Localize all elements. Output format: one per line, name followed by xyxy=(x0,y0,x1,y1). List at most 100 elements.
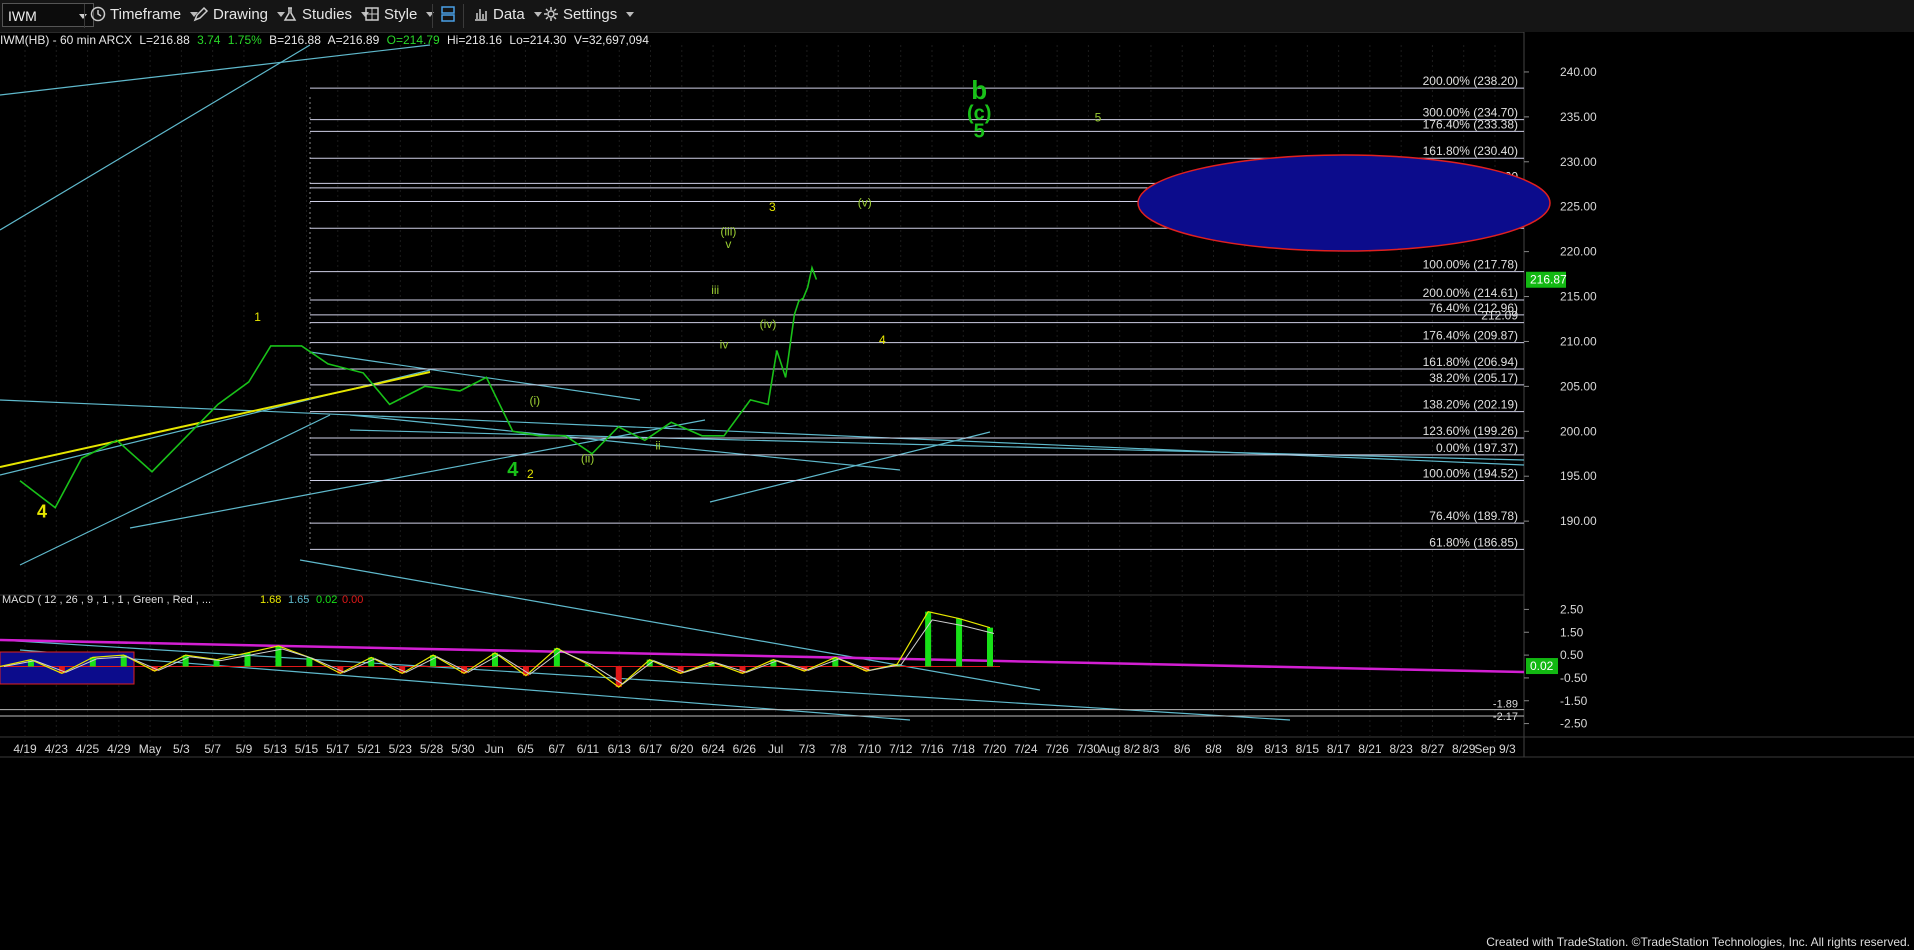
date-tick-label: 8/15 xyxy=(1296,742,1320,756)
date-tick-label: 8/29 xyxy=(1452,742,1476,756)
target-zone-ellipse xyxy=(1137,154,1551,252)
price-chart[interactable]: 4/19 4/23 4/25 4/29 May 5/3 5/7 5/9 5/13 5/15 5/17… xyxy=(0,0,1914,950)
fib-level-label: 200.00% (214.61) xyxy=(1423,286,1518,300)
fib-level-label: 176.40% (209.87) xyxy=(1423,329,1518,343)
date-tick-label: 5/23 xyxy=(389,742,413,756)
wave-label: 5 xyxy=(1095,110,1102,124)
percent-change: 1.75% xyxy=(227,33,262,47)
date-tick-label: May xyxy=(139,742,162,756)
fib-level-label: 138.20% (202.19) xyxy=(1423,398,1518,412)
date-tick-label: 6/11 xyxy=(577,742,600,756)
symbol-description: IWM(HB) - 60 min ARCX xyxy=(0,33,133,47)
wave-label: 2 xyxy=(527,467,534,481)
price-axis-background xyxy=(1524,32,1914,950)
date-tick-label: 8/9 xyxy=(1236,742,1253,756)
trend-channel-line xyxy=(19,414,331,566)
date-tick-label: 6/20 xyxy=(670,742,694,756)
wave-label: b xyxy=(971,75,987,105)
price-tick-label: 200.00 xyxy=(1560,424,1597,438)
trend-channel-line xyxy=(0,44,311,231)
bid-price: B=216.88 xyxy=(269,33,321,47)
date-tick-label: 5/28 xyxy=(420,742,444,756)
date-tick-label: Jun xyxy=(484,742,503,756)
date-tick-label: 7/10 xyxy=(858,742,882,756)
macd-tick-label: -0.50 xyxy=(1560,671,1588,685)
date-tick-label: 7/12 xyxy=(889,742,913,756)
date-tick-label: 5/13 xyxy=(264,742,288,756)
trend-line-magenta xyxy=(0,638,1525,674)
wave-label: (i) xyxy=(529,393,540,407)
wave-label: (iv) xyxy=(760,317,777,331)
fib-level-label: 100.00% (217.78) xyxy=(1423,258,1518,272)
macd-legend-value: 0.02 xyxy=(316,594,337,606)
price-tick-label: 190.00 xyxy=(1560,514,1597,528)
trend-channel-line xyxy=(309,351,641,401)
macd-tick-label: -1.50 xyxy=(1560,694,1588,708)
price-tick-label: 235.00 xyxy=(1560,110,1597,124)
price-series-line xyxy=(19,264,818,509)
date-tick-label: 8/23 xyxy=(1389,742,1413,756)
date-tick-label: 8/27 xyxy=(1421,742,1445,756)
date-tick-label: 8/8 xyxy=(1205,742,1222,756)
macd-tick-label: 0.50 xyxy=(1560,648,1584,662)
open-price: O=214.79 xyxy=(386,33,440,47)
wave-label: 5 xyxy=(974,121,985,143)
price-tick-label: 210.00 xyxy=(1560,334,1597,348)
price-tick-label: 215.00 xyxy=(1560,290,1597,304)
date-tick-label: 7/8 xyxy=(830,742,847,756)
price-tick-label: 225.00 xyxy=(1560,200,1597,214)
wave-label: v xyxy=(725,237,731,251)
fib-level-label: 161.80% (206.94) xyxy=(1423,355,1518,369)
macd-legend-value: 1.68 xyxy=(260,594,281,606)
date-tick-label: 6/17 xyxy=(639,742,663,756)
date-tick-label: 7/16 xyxy=(920,742,944,756)
fib-level-label: 123.60% (199.26) xyxy=(1423,424,1518,438)
date-tick-label: 5/7 xyxy=(204,742,221,756)
date-tick-label: 6/24 xyxy=(701,742,725,756)
price-tick-label: 230.00 xyxy=(1560,155,1597,169)
wave-label: (ii) xyxy=(581,452,594,466)
wave-label: iii xyxy=(711,283,719,297)
date-tick-label: 7/24 xyxy=(1014,742,1038,756)
macd-legend-value: 0.00 xyxy=(342,594,363,606)
fib-level-label: 200.00% (238.20) xyxy=(1423,74,1518,88)
trend-line-yellow xyxy=(0,371,431,468)
wave-label: iv xyxy=(720,338,729,352)
price-tick-label: 205.00 xyxy=(1560,379,1597,393)
date-tick-label: 7/18 xyxy=(952,742,976,756)
fib-level-label: 76.40% (189.78) xyxy=(1429,509,1518,523)
price-tick-label: 220.00 xyxy=(1560,245,1597,259)
macd-signal-line xyxy=(3,619,995,685)
date-tick-label: 5/21 xyxy=(357,742,381,756)
fib-level-label: 212.09 xyxy=(1481,309,1518,323)
macd-legend-value: 1.65 xyxy=(288,594,309,606)
price-tick-label: 240.00 xyxy=(1560,65,1597,79)
last-price-label: 216.87 xyxy=(1530,273,1567,287)
date-tick-label: 8/21 xyxy=(1358,742,1382,756)
wave-label: 3 xyxy=(769,200,776,214)
fib-level-label: 161.80% (230.40) xyxy=(1423,144,1518,158)
trend-channel-line xyxy=(0,44,431,96)
fib-level-label: 176.40% (233.38) xyxy=(1423,117,1518,131)
macd-histogram-bar xyxy=(615,666,622,688)
trend-channel-line xyxy=(129,419,706,529)
fib-level-label: 0.00% (197.37) xyxy=(1436,441,1518,455)
date-tick-label: 7/30 xyxy=(1077,742,1101,756)
macd-tick-label: 1.50 xyxy=(1560,625,1584,639)
macd-legend: MACD ( 12 , 26 , 9 , 1 , 1 , Green , Red… xyxy=(2,594,211,606)
footer-credit: Created with TradeStation. ©TradeStation… xyxy=(1486,935,1910,949)
date-tick-label: Sep 9/3 xyxy=(1474,742,1516,756)
trend-channel-line xyxy=(0,639,1291,721)
date-tick-label: 4/23 xyxy=(45,742,69,756)
date-tick-label: Aug 8/2 xyxy=(1099,742,1141,756)
wave-4-box xyxy=(0,651,135,685)
date-tick-label: 7/3 xyxy=(799,742,816,756)
date-tick-label: 8/6 xyxy=(1174,742,1191,756)
date-tick-label: 5/3 xyxy=(173,742,190,756)
date-tick-label: 4/19 xyxy=(13,742,37,756)
date-tick-label: 6/5 xyxy=(517,742,534,756)
date-tick-label: 8/3 xyxy=(1143,742,1160,756)
macd-tick-label: 2.50 xyxy=(1560,602,1584,616)
macd-reference-label: -1.89 xyxy=(1493,699,1518,711)
date-tick-label: 5/15 xyxy=(295,742,319,756)
